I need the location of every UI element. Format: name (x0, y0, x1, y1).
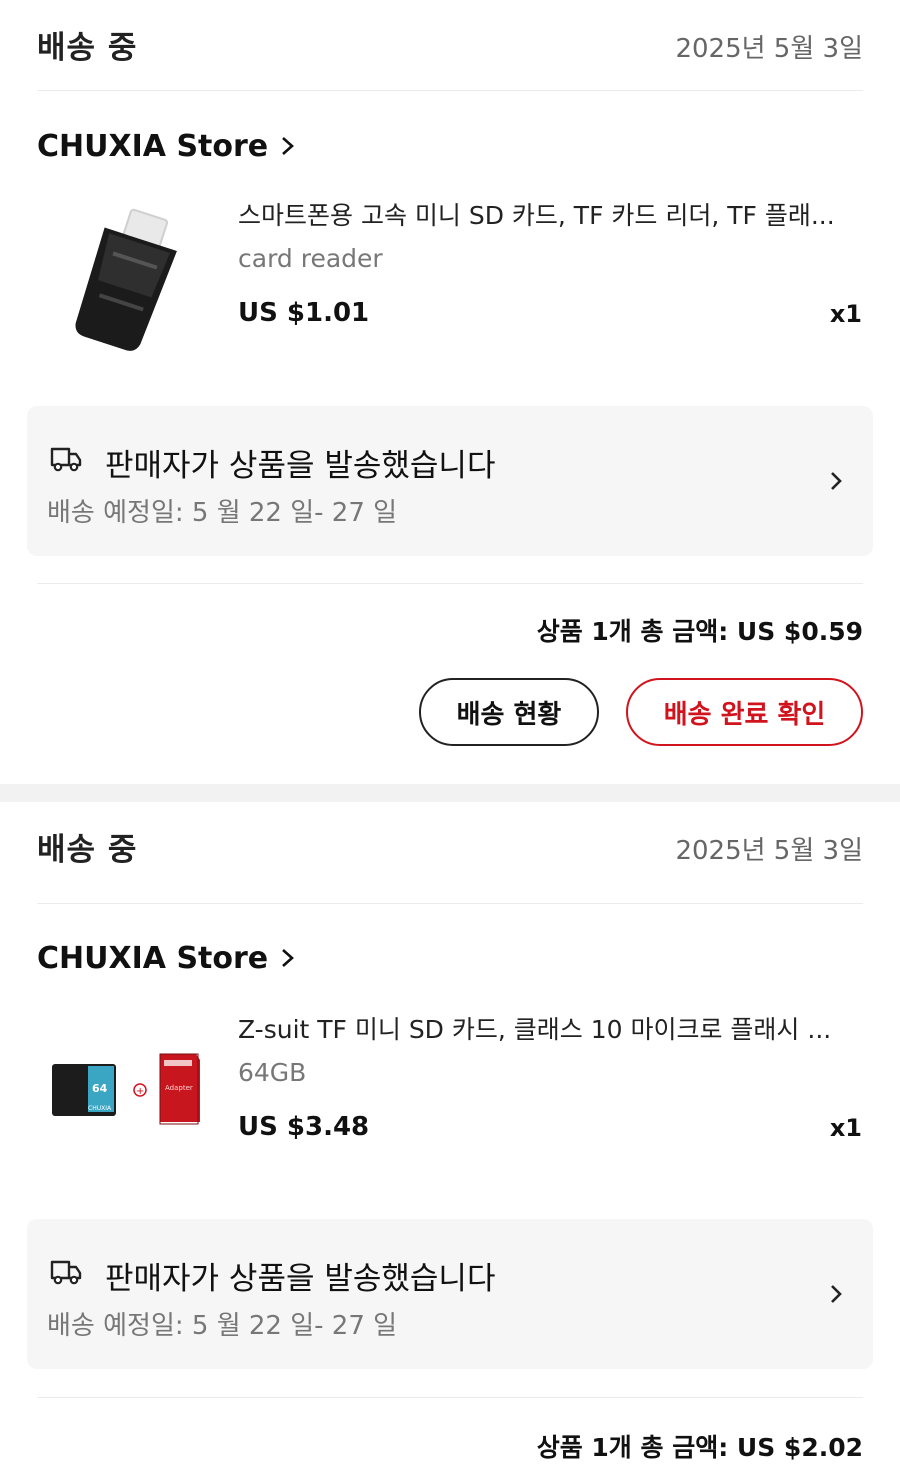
shipping-status-text: 판매자가 상품을 발송했습니다 (105, 448, 496, 484)
card-capacity-text: 64 (92, 1082, 108, 1095)
truck-icon (50, 447, 82, 472)
chevron-right-icon (282, 949, 295, 967)
product-title[interactable]: 스마트폰용 고속 미니 SD 카드, TF 카드 리더, TF 플래... (238, 196, 863, 232)
product-image[interactable] (48, 196, 200, 360)
order-header: 배송 중 2025년 5월 3일 (37, 14, 863, 66)
order-status: 배송 중 (37, 832, 138, 868)
chevron-right-icon (282, 137, 295, 155)
product-title[interactable]: Z-suit TF 미니 SD 카드, 클래스 10 마이크로 플래시 ... (238, 1010, 863, 1046)
divider (37, 90, 863, 91)
divider (37, 583, 863, 584)
product-image[interactable]: 64 CHUXIA + Adapter (48, 1012, 200, 1176)
order-date: 2025년 5월 3일 (675, 836, 863, 866)
card-brand-text: CHUXIA (88, 1105, 112, 1112)
shipping-status-text: 판매자가 상품을 발송했습니다 (105, 1261, 496, 1297)
divider (37, 1397, 863, 1398)
order-total: 상품 1개 총 금액: US $0.59 (536, 617, 863, 646)
order-header: 배송 중 2025년 5월 3일 (37, 816, 863, 868)
order-status: 배송 중 (37, 30, 138, 66)
track-shipment-button[interactable]: 배송 현황 (419, 678, 599, 746)
product-quantity: x1 (829, 300, 862, 328)
shipping-status-box[interactable]: 판매자가 상품을 발송했습니다 배송 예정일: 5 월 22 일- 27 일 (27, 1219, 873, 1369)
product-variant: 64GB (238, 1058, 307, 1087)
adapter-label-text: Adapter (165, 1084, 193, 1092)
product-quantity: x1 (829, 1114, 862, 1142)
chevron-right-icon (831, 472, 842, 490)
order-date: 2025년 5월 3일 (675, 34, 863, 64)
delivery-estimate: 배송 예정일: 5 월 22 일- 27 일 (47, 1311, 398, 1341)
store-link[interactable]: CHUXIA Store (37, 936, 296, 980)
confirm-delivery-button[interactable]: 배송 완료 확인 (626, 678, 863, 746)
chevron-right-icon (831, 1285, 842, 1303)
truck-icon (50, 1260, 82, 1285)
delivery-estimate: 배송 예정일: 5 월 22 일- 27 일 (47, 498, 398, 528)
product-price: US $1.01 (238, 298, 370, 328)
order-card: 배송 중 2025년 5월 3일 CHUXIA Store 스마트폰용 고속 미… (0, 0, 900, 784)
store-name: CHUXIA Store (37, 940, 269, 976)
section-gap (0, 784, 900, 802)
product-price: US $3.48 (238, 1112, 370, 1142)
product-variant: card reader (238, 244, 383, 273)
shipping-status-box[interactable]: 판매자가 상품을 발송했습니다 배송 예정일: 5 월 22 일- 27 일 (27, 406, 873, 556)
order-total: 상품 1개 총 금액: US $2.02 (536, 1433, 863, 1462)
divider (37, 903, 863, 904)
store-link[interactable]: CHUXIA Store (37, 124, 296, 168)
store-name: CHUXIA Store (37, 128, 269, 164)
order-card: 배송 중 2025년 5월 3일 CHUXIA Store 64 CHUXIA … (0, 802, 900, 1472)
svg-text:+: + (136, 1086, 144, 1097)
